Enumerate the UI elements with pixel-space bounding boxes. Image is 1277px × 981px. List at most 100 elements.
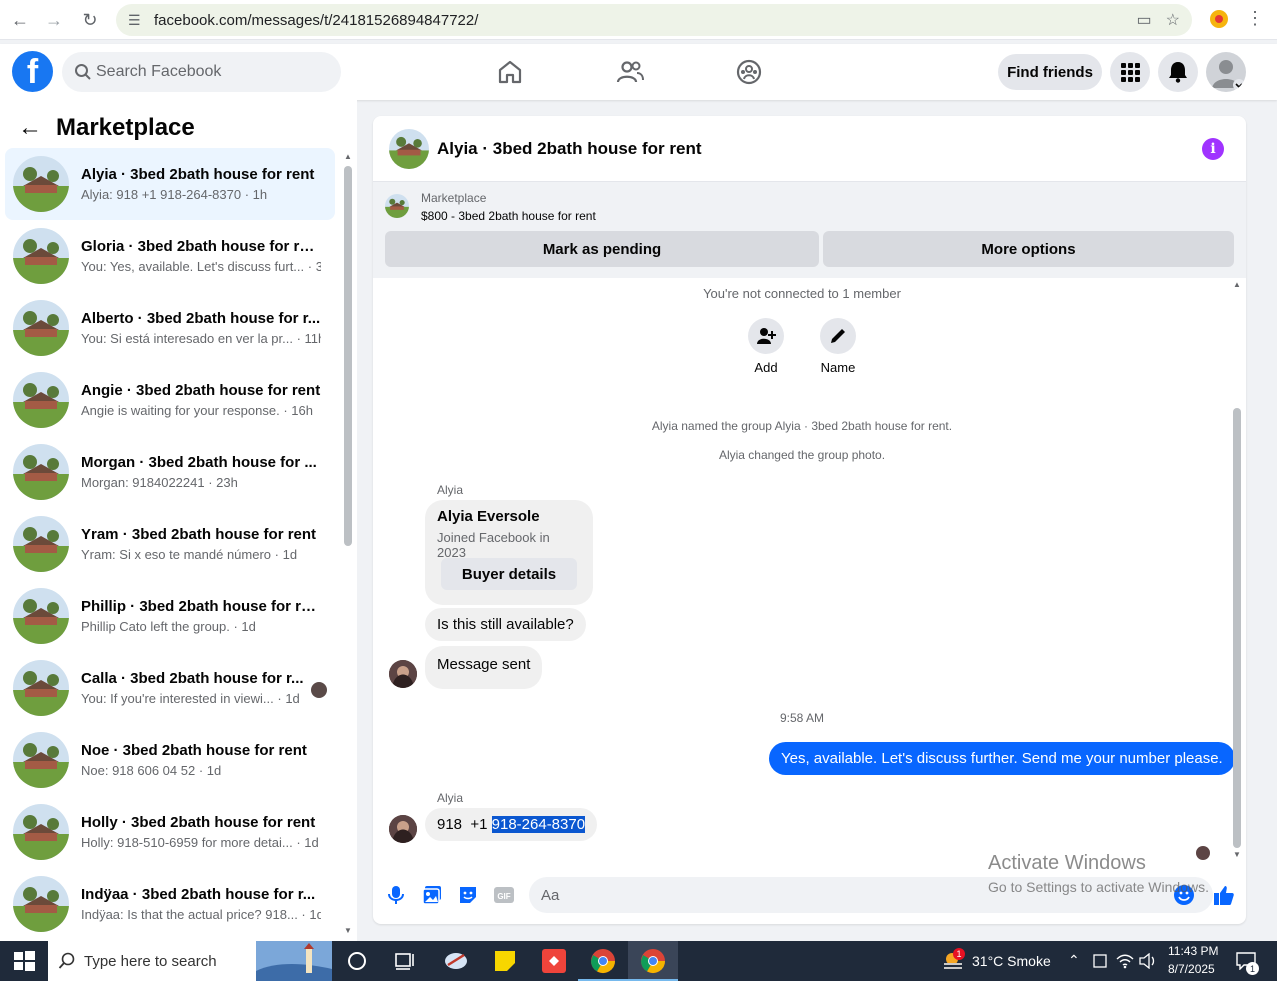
chat-thumbnail[interactable] <box>389 129 429 169</box>
more-options-button[interactable]: More options <box>823 231 1234 267</box>
address-bar[interactable]: ☰ facebook.com/messages/t/24181526894847… <box>116 4 1192 36</box>
sender-avatar[interactable] <box>389 660 417 688</box>
taskbar-search-input[interactable]: Type here to search <box>48 941 332 981</box>
taskbar-search-placeholder: Type here to search <box>84 952 217 970</box>
sticker-icon[interactable] <box>457 884 479 906</box>
menu-grid-button[interactable] <box>1110 52 1150 92</box>
conversation-text: Indÿaa · 3bed 2bath house for r... Indÿaa… <box>81 886 321 922</box>
friends-icon[interactable] <box>616 58 644 86</box>
chevron-up-icon[interactable]: ⌃ <box>1068 952 1080 969</box>
search-icon <box>58 952 75 969</box>
microphone-icon[interactable] <box>385 884 407 906</box>
site-settings-icon[interactable]: ☰ <box>128 12 141 29</box>
search-placeholder: Search Facebook <box>96 63 222 80</box>
extension-icon[interactable] <box>1208 8 1230 30</box>
search-input[interactable]: Search Facebook <box>62 52 341 92</box>
sidebar-scrollbar[interactable] <box>344 166 352 546</box>
search-icon <box>75 64 91 80</box>
scroll-down-arrow-icon[interactable]: ▼ <box>1233 850 1241 859</box>
install-app-icon[interactable]: ▭ <box>1137 10 1152 30</box>
find-friends-button[interactable]: Find friends <box>998 54 1102 90</box>
cortana-icon[interactable] <box>343 947 371 975</box>
like-thumb-icon[interactable] <box>1213 884 1235 906</box>
add-label: Add <box>754 360 778 375</box>
conversation-item[interactable]: Phillip · 3bed 2bath house for rent Phill… <box>5 580 335 652</box>
profile-silhouette-icon <box>1212 60 1245 91</box>
group-photo-event: Alyia changed the group photo. <box>718 448 886 462</box>
sticky-notes-icon[interactable] <box>491 947 519 975</box>
conversation-preview: You: Si está interesado en ver la pr... … <box>81 331 321 346</box>
connection-notice: You're not connected to 1 member <box>703 286 901 301</box>
conversation-item[interactable]: Gloria · 3bed 2bath house for rent You: Y… <box>5 220 335 292</box>
conversation-item[interactable]: Angie · 3bed 2bath house for rent Angie i… <box>5 364 335 436</box>
conversation-item[interactable]: Morgan · 3bed 2bath house for ... Morgan:… <box>5 436 335 508</box>
conversation-title: Alyia · 3bed 2bath house for rent <box>81 166 315 183</box>
gif-icon[interactable]: GIF <box>493 884 515 906</box>
buyer-details-button[interactable]: Buyer details <box>441 558 577 590</box>
conversation-title: Morgan · 3bed 2bath house for ... <box>81 454 317 471</box>
weather-badge: 1 <box>953 948 965 960</box>
conversation-item[interactable]: Holly · 3bed 2bath house for rent Holly: … <box>5 796 335 868</box>
chat-title[interactable]: Alyia · 3bed 2bath house for rent <box>437 139 702 159</box>
clock-time[interactable]: 11:43 PM <box>1168 944 1218 958</box>
weather-text[interactable]: 31°C Smoke <box>972 953 1051 969</box>
conversation-item[interactable]: Noe · 3bed 2bath house for rent Noe: 918 … <box>5 724 335 796</box>
conversation-preview: You: Yes, available. Let's discuss furt.… <box>81 259 321 274</box>
conversation-item[interactable]: Alyia · 3bed 2bath house for rent Alyia: … <box>5 148 335 220</box>
back-arrow-icon[interactable]: ← <box>18 114 42 142</box>
bookmark-star-icon[interactable]: ☆ <box>1166 10 1180 30</box>
sender-avatar[interactable] <box>389 815 417 843</box>
conversation-item[interactable]: Alberto · 3bed 2bath house for r... You: … <box>5 292 335 364</box>
mark-as-pending-button[interactable]: Mark as pending <box>385 231 819 267</box>
conversation-text: Morgan · 3bed 2bath house for ... Morgan:… <box>81 454 321 490</box>
chrome-profile-icon[interactable] <box>639 947 667 975</box>
add-member-action[interactable]: Add <box>736 318 796 375</box>
conversation-item[interactable]: Calla · 3bed 2bath house for r... You: If… <box>5 652 335 724</box>
conversation-title: Yram · 3bed 2bath house for rent <box>81 526 317 543</box>
marketplace-sidebar: ← Marketplace Alyia · 3bed 2bath house f… <box>0 100 357 941</box>
message-thread: You're not connected to 1 member Add Nam… <box>373 278 1246 860</box>
message-bubble[interactable]: Is this still available? <box>425 608 586 641</box>
conversation-item[interactable]: Indÿaa · 3bed 2bath house for r... Indÿaa… <box>5 868 335 940</box>
chrome-icon[interactable] <box>589 947 617 975</box>
anydesk-icon[interactable] <box>540 947 568 975</box>
grid-menu-icon <box>1121 63 1140 82</box>
conversation-item[interactable]: Yram · 3bed 2bath house for rent Yram: Si… <box>5 508 335 580</box>
reload-icon[interactable]: ↻ <box>72 2 108 38</box>
chat-scrollbar[interactable] <box>1233 408 1241 848</box>
volume-icon[interactable] <box>1139 953 1157 969</box>
watermark-title: Activate Windows <box>988 852 1146 874</box>
windows-start-icon[interactable] <box>10 947 38 975</box>
clock-date[interactable]: 8/7/2025 <box>1168 962 1215 976</box>
facebook-logo-icon[interactable]: f <box>12 51 53 92</box>
notifications-button[interactable] <box>1158 52 1198 92</box>
snipping-tool-icon[interactable] <box>442 947 470 975</box>
selected-phone-number[interactable]: 918-264-8370 <box>491 816 586 833</box>
scroll-up-arrow-icon[interactable]: ▲ <box>1233 280 1241 289</box>
listing-title[interactable]: $800 - 3bed 2bath house for rent <box>421 209 596 223</box>
account-avatar[interactable] <box>1206 52 1246 92</box>
scroll-down-arrow-icon[interactable]: ▼ <box>344 926 352 935</box>
scroll-up-arrow-icon[interactable]: ▲ <box>344 152 352 161</box>
conversation-text: Phillip · 3bed 2bath house for rent Phill… <box>81 598 321 634</box>
task-view-icon[interactable] <box>391 947 419 975</box>
message-bubble[interactable]: 918 +1 918-264-8370 <box>425 808 598 841</box>
browser-menu-icon[interactable]: ⋮ <box>1246 8 1264 29</box>
conversation-preview: Morgan: 9184022241 · 23h <box>81 475 238 490</box>
outgoing-message-bubble[interactable]: Yes, available. Let's discuss further. S… <box>769 742 1235 775</box>
home-icon[interactable] <box>496 58 524 86</box>
back-arrow-icon[interactable]: ← <box>2 2 38 38</box>
name-group-action[interactable]: Name <box>808 318 868 375</box>
groups-icon[interactable] <box>735 58 763 86</box>
search-highlight-image-icon <box>256 941 332 981</box>
conversation-preview: Angie is waiting for your response. · 16… <box>81 403 313 418</box>
info-icon[interactable]: i <box>1202 138 1224 160</box>
listing-thumbnail[interactable] <box>385 194 409 218</box>
photo-icon[interactable] <box>421 884 443 906</box>
meet-now-icon[interactable] <box>1092 953 1108 969</box>
wifi-icon[interactable] <box>1116 953 1134 969</box>
conversation-text: Alberto · 3bed 2bath house for r... You: … <box>81 310 321 346</box>
listing-thumbnail <box>13 660 69 716</box>
forward-arrow-icon[interactable]: → <box>36 2 72 38</box>
message-bubble[interactable]: Message sent <box>425 646 543 689</box>
